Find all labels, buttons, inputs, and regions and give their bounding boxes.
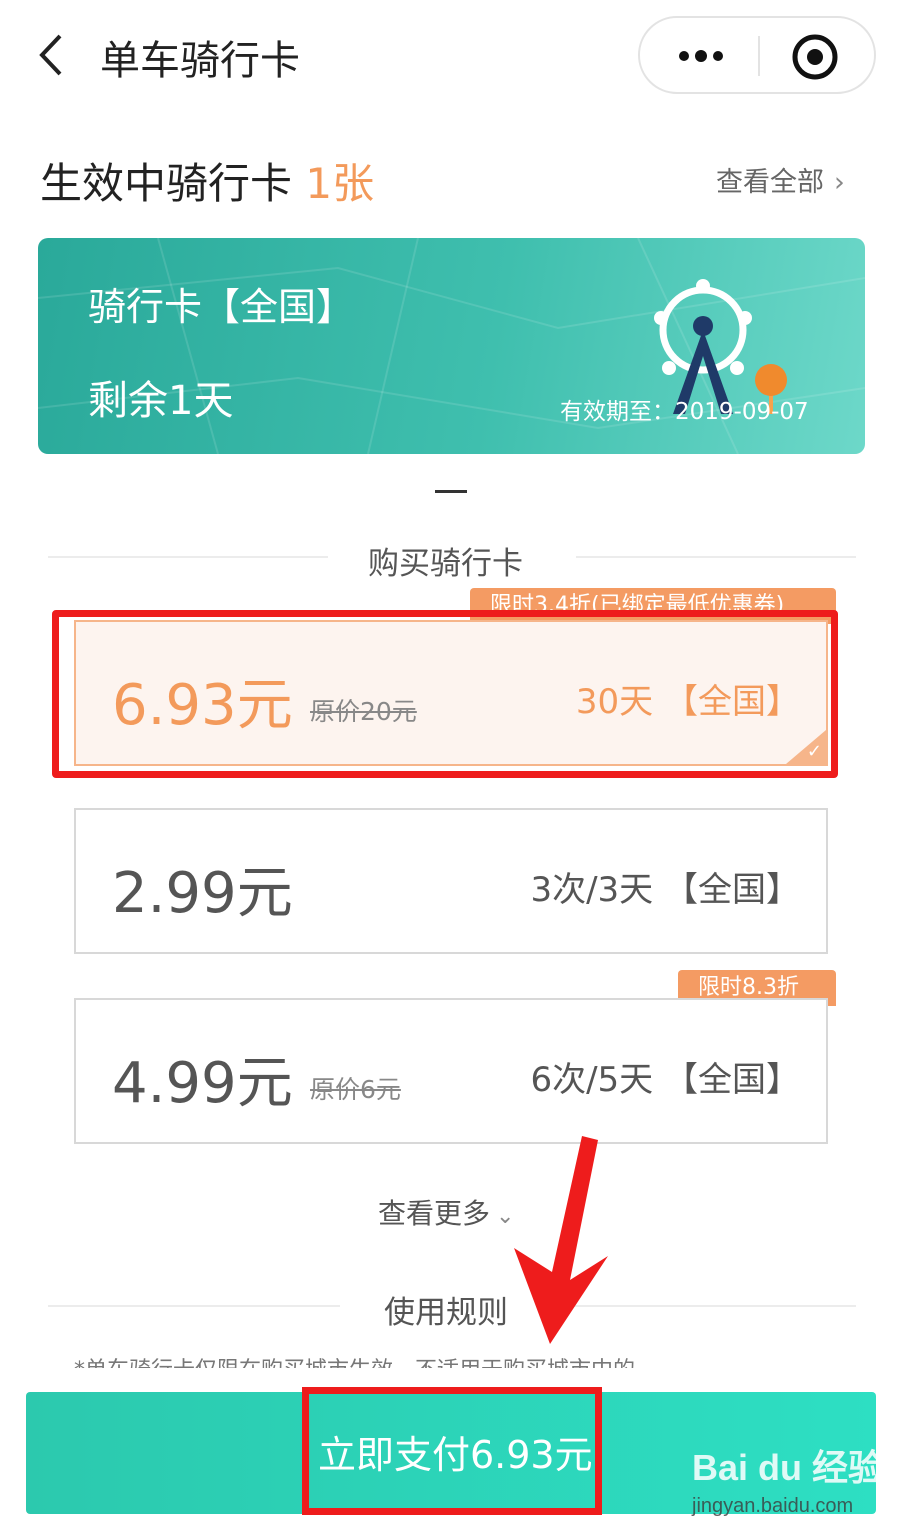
buy-section-title: 购买骑行卡: [368, 546, 523, 582]
baidu-jingyan-watermark: Bai du 经验 jingyan.baidu.com: [691, 1447, 884, 1517]
more-options-icon[interactable]: [676, 40, 726, 72]
card-valid-until: 有效期至：2019-09-07: [560, 399, 809, 425]
view-all-label: 查看全部: [716, 167, 824, 198]
option-price: 4.99元: [112, 1051, 293, 1116]
annotation-arrow-icon: [514, 1136, 608, 1344]
page-title: 单车骑行卡: [100, 38, 300, 84]
active-cards-count: 1张: [305, 159, 375, 208]
rules-title: 使用规则: [384, 1295, 508, 1331]
rules-text: *单车骑行卡仅限在购买城市生效，不适用于购买城市中的: [74, 1352, 834, 1368]
view-all-link[interactable]: 查看全部 ›: [716, 160, 845, 199]
card-option-5-days[interactable]: 4.99元 原价6元 6次/5天 【全国】: [74, 998, 828, 1144]
option-desc: 6次/5天 【全国】: [530, 1060, 800, 1100]
divider-line: [576, 556, 856, 558]
active-cards-title: 生效中骑行卡 1张: [40, 150, 374, 211]
option-price: 2.99元: [112, 861, 293, 926]
chevron-right-icon: ›: [834, 167, 845, 198]
view-more-link[interactable]: 查看更多 ⌄: [378, 1192, 514, 1232]
option-desc: 3次/3天 【全国】: [530, 870, 800, 910]
capsule-divider: [758, 36, 760, 76]
close-mini-program-icon[interactable]: [790, 32, 840, 82]
pager-dash: [435, 490, 467, 493]
active-ride-card[interactable]: 骑行卡【全国】 剩余1天 有效期至：2019-09-07: [38, 238, 865, 454]
divider-line: [48, 1305, 340, 1307]
annotation-highlight-box: [302, 1387, 602, 1515]
original-price: 原价6元: [310, 1075, 401, 1104]
watermark-logo: Bai du 经验: [692, 1447, 884, 1488]
mini-program-capsule: [638, 16, 876, 94]
active-cards-label: 生效中骑行卡: [40, 159, 293, 208]
annotation-highlight-box: [52, 610, 838, 778]
watermark-url: jingyan.baidu.com: [691, 1495, 853, 1517]
card-remaining-days: 剩余1天: [88, 378, 234, 424]
card-name: 骑行卡【全国】: [88, 285, 355, 329]
divider-line: [48, 556, 328, 558]
view-more-label: 查看更多: [378, 1197, 491, 1230]
back-arrow-icon[interactable]: [30, 30, 80, 80]
card-option-3-days[interactable]: 2.99元 3次/3天 【全国】: [74, 808, 828, 954]
